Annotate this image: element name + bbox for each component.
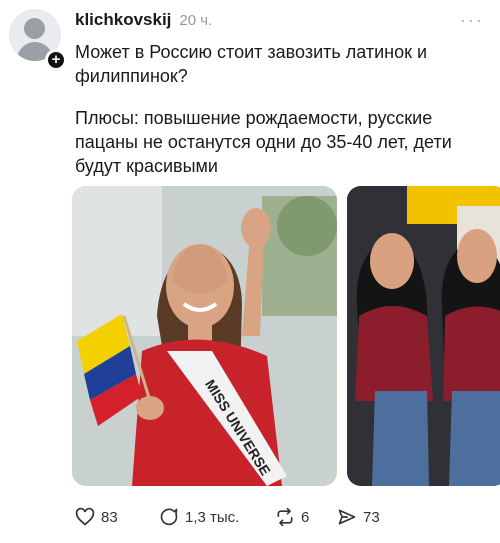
plus-icon[interactable]: + bbox=[45, 49, 67, 71]
repost-button[interactable]: 6 bbox=[275, 507, 337, 527]
heart-icon bbox=[75, 507, 95, 526]
post-photo[interactable]: MISS UNIVERSE bbox=[72, 186, 337, 486]
reply-button[interactable]: 1,3 тыс. bbox=[159, 507, 275, 527]
like-count: 83 bbox=[101, 508, 118, 526]
share-button[interactable]: 73 bbox=[337, 507, 380, 527]
repost-icon bbox=[277, 507, 293, 527]
post-header: klichkovskij 20 ч. bbox=[75, 10, 212, 32]
timestamp: 20 ч. bbox=[179, 12, 213, 29]
like-button[interactable]: 83 bbox=[75, 507, 159, 527]
post-text: Может в Россию стоит завозить латинок и … bbox=[75, 40, 475, 178]
share-count: 73 bbox=[363, 508, 380, 526]
post-paragraph: Может в Россию стоит завозить латинок и … bbox=[75, 42, 428, 86]
media-carousel[interactable]: MISS UNIVERSE bbox=[72, 186, 500, 488]
post-photo[interactable] bbox=[347, 186, 500, 486]
repost-count: 6 bbox=[301, 508, 310, 526]
comment-icon bbox=[160, 508, 178, 526]
photo-illustration bbox=[347, 186, 500, 486]
reply-count: 1,3 тыс. bbox=[185, 508, 240, 526]
post-paragraph: Плюсы: повышение рождаемости, русские па… bbox=[75, 108, 452, 176]
avatar[interactable]: + bbox=[9, 9, 67, 71]
more-icon[interactable]: ··· bbox=[460, 10, 484, 31]
share-icon bbox=[338, 509, 356, 525]
thread-post: + klichkovskij 20 ч. ··· Может в Россию … bbox=[0, 0, 500, 543]
post-actions: 83 1,3 тыс. 6 73 bbox=[75, 503, 380, 531]
username[interactable]: klichkovskij bbox=[75, 10, 171, 30]
photo-illustration: MISS UNIVERSE bbox=[72, 186, 337, 486]
